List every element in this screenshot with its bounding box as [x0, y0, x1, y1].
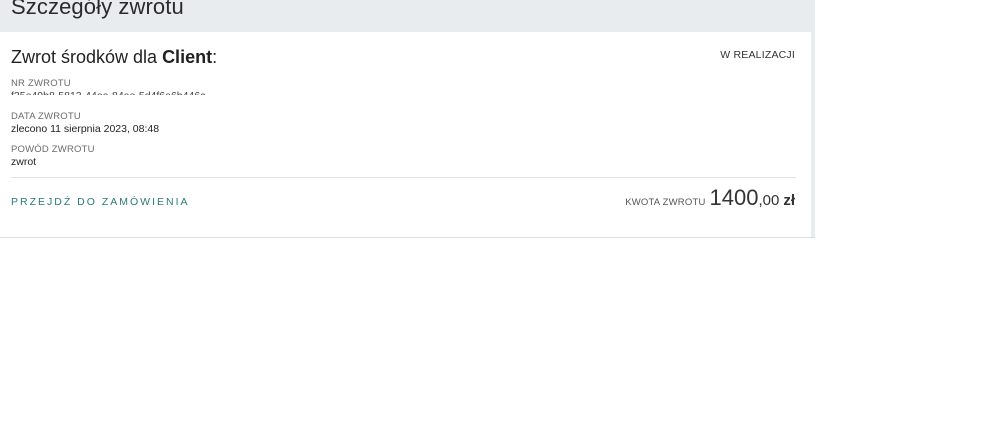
refund-amount-decimal: ,00: [758, 192, 780, 209]
refund-amount-currency: zł: [783, 192, 795, 209]
refund-reason-field: POWÓD ZWROTU zwrot: [11, 144, 95, 169]
refund-date-label: DATA ZWROTU: [11, 111, 81, 122]
refund-number-label: NR ZWROTU: [11, 78, 71, 89]
refund-details-frame: Szczegóły zwrotu Zwrot środków dla Clien…: [0, 0, 815, 238]
refund-date-value: zlecono 11 sierpnia 2023, 08:48: [11, 123, 160, 135]
refund-card: Zwrot środków dla Client: W REALIZACJI N…: [0, 32, 811, 237]
heading-suffix: :: [212, 47, 218, 67]
refund-amount-label: KWOTA ZWROTU: [625, 197, 706, 208]
refund-amount-integer: 1400: [709, 185, 759, 210]
card-heading: Zwrot środków dla Client:: [11, 47, 217, 68]
refund-number-field: NR ZWROTU f35e49b8-5813-44ea-84ae-5d4f6a…: [11, 78, 205, 95]
refund-reason-value: zwrot: [11, 156, 37, 168]
heading-prefix: Zwrot środków dla: [11, 47, 163, 67]
refund-amount: KWOTA ZWROTU 1400 ,00 zł: [625, 185, 795, 211]
refund-reason-label: POWÓD ZWROTU: [11, 144, 95, 155]
refund-date-field: DATA ZWROTU zlecono 11 sierpnia 2023, 08…: [11, 111, 159, 136]
page-title: Szczegóły zwrotu: [11, 0, 184, 19]
divider: [11, 177, 796, 178]
status-badge: W REALIZACJI: [720, 49, 795, 61]
refund-number-value: f35e49b8-5813-44ea-84ae-5d4f6a6b446c: [11, 90, 205, 95]
client-name: Client: [162, 47, 213, 67]
go-to-order-link[interactable]: PRZEJDŹ DO ZAMÓWIENIA: [11, 196, 190, 208]
